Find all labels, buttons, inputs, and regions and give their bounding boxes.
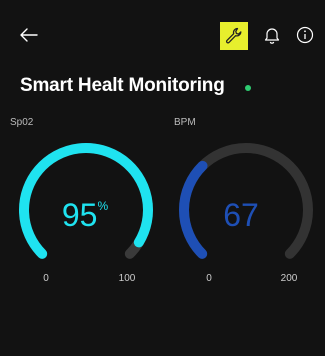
app-screen: Smart Healt Monitoring Sp02 95% 0 100 BP… bbox=[0, 0, 325, 356]
bpm-min-label: 0 bbox=[206, 273, 212, 284]
gauges-canvas bbox=[19, 143, 313, 259]
spo2-unit: % bbox=[97, 199, 109, 213]
spo2-value: 95 bbox=[61, 197, 98, 233]
bpm-value-readout: 67 bbox=[196, 197, 286, 234]
bpm-max-label: 200 bbox=[280, 273, 298, 284]
spo2-max-label: 100 bbox=[118, 273, 136, 284]
bpm-value: 67 bbox=[223, 197, 259, 233]
spo2-label: Sp02 bbox=[10, 117, 34, 128]
spo2-value-readout: 95% bbox=[40, 197, 130, 234]
spo2-min-label: 0 bbox=[43, 273, 49, 284]
bpm-label: BPM bbox=[174, 117, 196, 128]
